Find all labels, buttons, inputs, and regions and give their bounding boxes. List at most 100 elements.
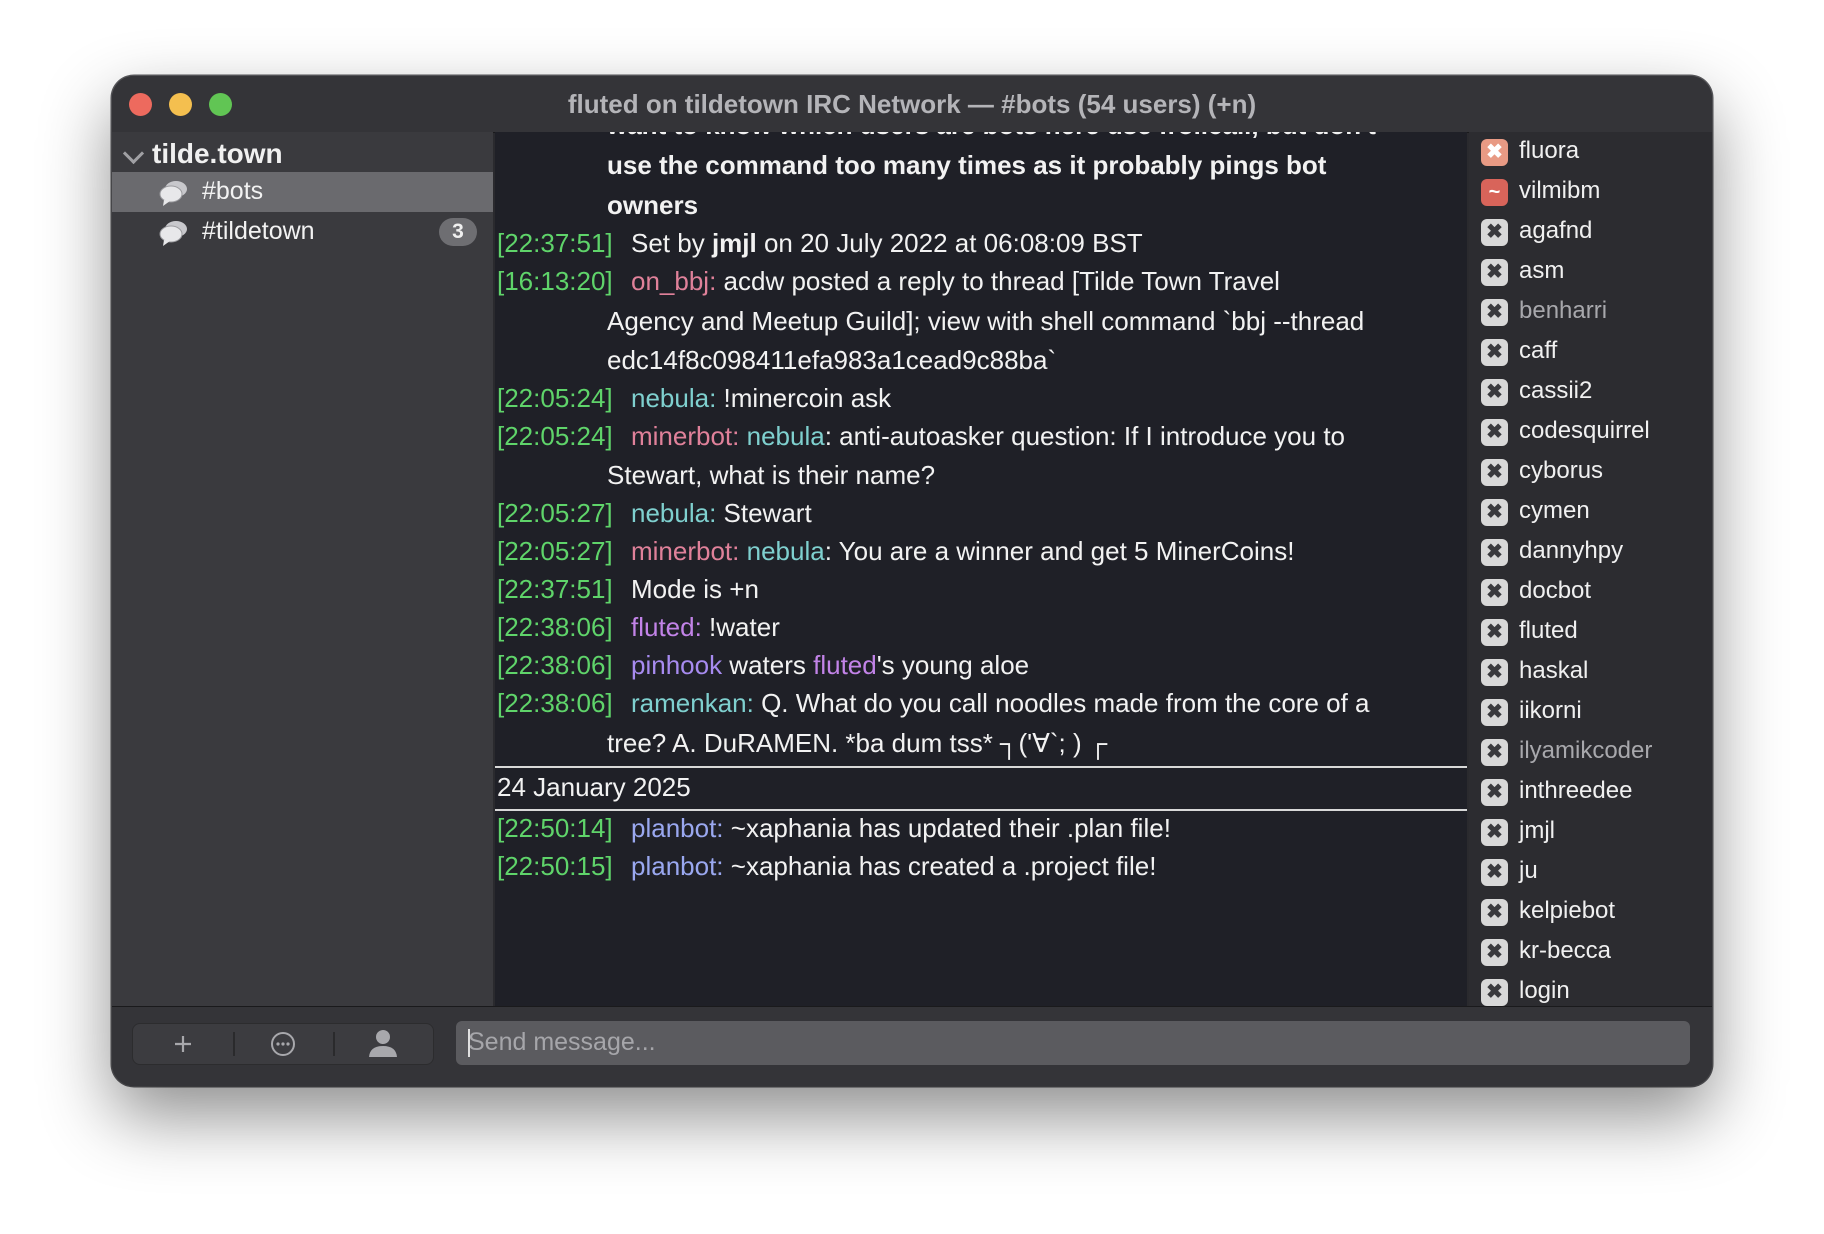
nick[interactable]: planbot: — [631, 813, 724, 843]
bottom-bar: Send message... — [112, 1006, 1712, 1086]
nick[interactable]: fluted: — [631, 612, 702, 642]
user-name: cassii2 — [1519, 377, 1593, 404]
user-list-item[interactable]: ✖ kelpiebot — [1469, 896, 1712, 930]
user-list-item[interactable]: ✖ jmjl — [1469, 816, 1712, 850]
user-mode-badge-icon: ✖ — [1481, 419, 1508, 446]
user-list-item[interactable]: ✖ cassii2 — [1469, 376, 1712, 410]
unread-badge: 3 — [439, 218, 477, 246]
timestamp: [22:37:51] — [497, 228, 613, 258]
user-list-item[interactable]: ✖ fluora — [1469, 136, 1712, 170]
user-list-item[interactable]: ✖ benharri — [1469, 296, 1712, 330]
timestamp: [22:05:27] — [497, 536, 613, 566]
user-list-item[interactable]: ✖ kr-becca — [1469, 936, 1712, 970]
user-name: docbot — [1519, 577, 1592, 604]
nick[interactable]: on_bbj: — [631, 266, 716, 296]
user-list-item[interactable]: ✖ ilyamikcoder — [1469, 736, 1712, 770]
user-name: caff — [1519, 337, 1558, 364]
user-name: cymen — [1519, 497, 1590, 524]
timestamp: [22:05:27] — [497, 498, 613, 528]
user-info-button[interactable] — [333, 1024, 433, 1064]
user-list-item[interactable]: ✖ asm — [1469, 256, 1712, 290]
user-list-item[interactable]: ✖ codesquirrel — [1469, 416, 1712, 450]
user-list-item[interactable]: ✖ login — [1469, 976, 1712, 1006]
user-list-item[interactable]: ~ vilmibm — [1469, 176, 1712, 210]
user-mode-badge-icon: ✖ — [1481, 699, 1508, 726]
ellipsis-circle-icon — [271, 1032, 295, 1056]
nick[interactable]: nebula: — [631, 383, 716, 413]
user-list-item[interactable]: ✖ agafnd — [1469, 216, 1712, 250]
user-mode-badge-icon: ✖ — [1481, 259, 1508, 286]
chat-bubbles-icon — [159, 181, 187, 206]
nick[interactable]: planbot: — [631, 851, 724, 881]
chevron-down-icon[interactable] — [122, 142, 145, 165]
user-mode-badge-icon: ✖ — [1481, 139, 1508, 166]
mention[interactable]: nebula — [747, 421, 825, 451]
user-mode-badge-icon: ✖ — [1481, 859, 1508, 886]
user-mode-badge-icon: ✖ — [1481, 739, 1508, 766]
user-name: fluora — [1519, 137, 1580, 164]
timestamp: [22:38:06] — [497, 650, 613, 680]
channel-item-bots[interactable]: #bots — [112, 172, 493, 212]
user-mode-badge-icon: ✖ — [1481, 979, 1508, 1006]
user-name: agafnd — [1519, 217, 1593, 244]
date-divider — [495, 766, 1467, 768]
user-name: dannyhpy — [1519, 537, 1624, 564]
user-name: fluted — [1519, 617, 1578, 644]
server-name: tilde.town — [152, 138, 283, 169]
nick[interactable]: minerbot: — [631, 536, 739, 566]
user-name: ilyamikcoder — [1519, 737, 1653, 764]
user-list-item[interactable]: ✖ ju — [1469, 856, 1712, 890]
user-name: codesquirrel — [1519, 417, 1650, 444]
nick[interactable]: minerbot: — [631, 421, 739, 451]
user-mode-badge-icon: ✖ — [1481, 619, 1508, 646]
user-name: login — [1519, 977, 1570, 1004]
channel-item-tildetown[interactable]: #tildetown 3 — [112, 212, 493, 252]
user-mode-badge-icon: ✖ — [1481, 379, 1508, 406]
more-button[interactable] — [233, 1024, 333, 1064]
user-list-item[interactable]: ✖ haskal — [1469, 656, 1712, 690]
user-list-item[interactable]: ✖ iikorni — [1469, 696, 1712, 730]
nick[interactable]: pinhook — [631, 650, 722, 680]
user-mode-badge-icon: ✖ — [1481, 579, 1508, 606]
timestamp: [22:50:15] — [497, 851, 613, 881]
message-input[interactable]: Send message... — [456, 1021, 1690, 1065]
timestamp: [22:38:06] — [497, 612, 613, 642]
user-mode-badge-icon: ✖ — [1481, 899, 1508, 926]
title-bar[interactable]: fluted on tildetown IRC Network — #bots … — [112, 76, 1712, 133]
timestamp: [22:37:51] — [497, 574, 613, 604]
mention[interactable]: fluted — [813, 650, 877, 680]
user-mode-badge-icon: ✖ — [1481, 779, 1508, 806]
user-name: benharri — [1519, 297, 1608, 324]
user-list-item[interactable]: ✖ docbot — [1469, 576, 1712, 610]
user-name: asm — [1519, 257, 1565, 284]
user-name: ju — [1519, 857, 1538, 884]
user-list-item[interactable]: ✖ dannyhpy — [1469, 536, 1712, 570]
user-list-item[interactable]: ✖ cymen — [1469, 496, 1712, 530]
add-button[interactable] — [133, 1024, 233, 1064]
user-name: haskal — [1519, 657, 1589, 684]
user-link[interactable]: jmjl — [712, 228, 757, 258]
server-sidebar: tilde.town #bots #tildetown 3 — [112, 132, 493, 1006]
user-list-item[interactable]: ✖ cyborus — [1469, 456, 1712, 490]
window-title: fluted on tildetown IRC Network — #bots … — [567, 89, 1257, 119]
action-segmented-control — [132, 1023, 434, 1065]
channel-name: #tildetown — [202, 217, 315, 245]
date-divider — [495, 809, 1467, 811]
nick[interactable]: nebula: — [631, 498, 716, 528]
user-list-item[interactable]: ✖ inthreedee — [1469, 776, 1712, 810]
user-mode-badge-icon: ✖ — [1481, 459, 1508, 486]
user-mode-badge-icon: ~ — [1481, 179, 1508, 206]
user-mode-badge-icon: ✖ — [1481, 339, 1508, 366]
server-item[interactable]: tilde.town — [112, 132, 493, 176]
chat-log[interactable]: want to know which users are bots here u… — [495, 132, 1467, 1006]
mention[interactable]: nebula — [747, 536, 825, 566]
user-mode-badge-icon: ✖ — [1481, 219, 1508, 246]
plus-icon — [175, 1036, 191, 1052]
user-name: vilmibm — [1519, 177, 1601, 204]
user-list-item[interactable]: ✖ fluted — [1469, 616, 1712, 650]
user-list-item[interactable]: ✖ caff — [1469, 336, 1712, 370]
nick[interactable]: ramenkan: — [631, 688, 754, 718]
person-icon — [369, 1030, 397, 1057]
user-list[interactable]: ✖ fluora ~ vilmibm ✖ agafnd ✖ asm ✖ benharri ✖ caff… — [1469, 132, 1712, 1006]
user-mode-badge-icon: ✖ — [1481, 939, 1508, 966]
